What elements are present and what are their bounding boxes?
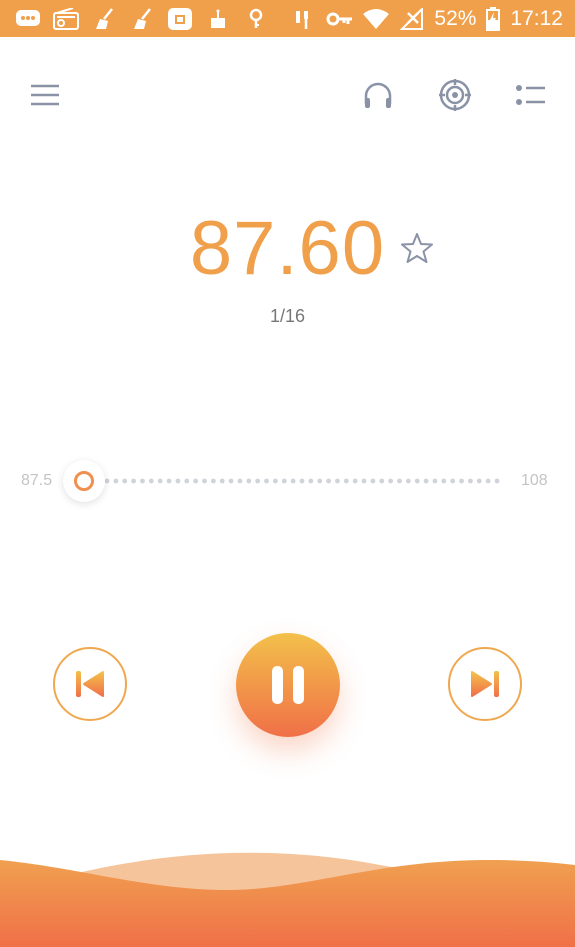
dial-tick bbox=[441, 478, 447, 484]
dial-tick bbox=[379, 478, 385, 484]
dial-tick bbox=[290, 478, 296, 484]
dial-max-label: 108 bbox=[521, 472, 548, 489]
dial-tick bbox=[317, 478, 323, 484]
dial-tick bbox=[459, 478, 464, 484]
dial-tick bbox=[210, 478, 216, 484]
radio-icon bbox=[52, 7, 80, 31]
dial-tick bbox=[335, 478, 340, 484]
cake-icon bbox=[204, 7, 232, 31]
dial-tick bbox=[273, 478, 278, 484]
dial-tick bbox=[343, 478, 349, 484]
dial-tick bbox=[388, 478, 394, 484]
dial-tick bbox=[326, 478, 331, 484]
favorite-star-icon[interactable] bbox=[400, 231, 434, 265]
dial-tick bbox=[237, 478, 243, 484]
dial-tick bbox=[468, 478, 473, 484]
dial-tick bbox=[352, 478, 358, 484]
dial-tick bbox=[264, 478, 269, 484]
dial-tick bbox=[476, 478, 482, 484]
headphones-icon[interactable] bbox=[359, 76, 397, 114]
dial-tick bbox=[423, 478, 429, 484]
dial-tick bbox=[246, 478, 252, 484]
broom-icon bbox=[128, 7, 156, 31]
dial-tick bbox=[281, 478, 287, 484]
store-icon bbox=[166, 7, 194, 31]
location-icon bbox=[242, 7, 270, 31]
dial-tick bbox=[405, 478, 411, 484]
previous-station-button[interactable] bbox=[53, 647, 127, 721]
scan-target-icon[interactable] bbox=[436, 76, 474, 114]
frequency-value: 87.60 bbox=[189, 206, 386, 291]
dial-tick bbox=[228, 478, 234, 484]
dial-tick bbox=[140, 478, 145, 484]
skip-next-icon bbox=[471, 671, 499, 697]
dial-tick bbox=[397, 478, 402, 484]
dial-tick bbox=[450, 478, 456, 484]
dial-tick bbox=[219, 478, 225, 484]
skip-previous-icon bbox=[76, 671, 104, 697]
dial-tick bbox=[414, 478, 420, 484]
headset-icon bbox=[290, 7, 318, 31]
dial-tick bbox=[308, 478, 314, 484]
station-index: 1/16 bbox=[269, 306, 306, 326]
signal-icon bbox=[398, 7, 426, 31]
dial-tick bbox=[370, 478, 376, 484]
dial-tick bbox=[432, 478, 438, 484]
dial-tick bbox=[361, 478, 367, 484]
dial-tick bbox=[255, 478, 261, 484]
clock: 17:12 bbox=[510, 6, 563, 30]
dial-tick bbox=[166, 478, 172, 484]
pause-button[interactable] bbox=[236, 633, 340, 737]
frequency-dial-knob[interactable] bbox=[63, 460, 105, 502]
dial-tick bbox=[485, 478, 491, 484]
dial-tick bbox=[113, 478, 119, 484]
battery-icon bbox=[484, 6, 502, 31]
dial-knob-ring bbox=[74, 471, 94, 491]
pause-icon bbox=[272, 666, 283, 704]
dial-min-label: 87.5 bbox=[21, 472, 53, 489]
decorative-wave bbox=[0, 852, 575, 947]
next-station-button[interactable] bbox=[448, 647, 522, 721]
dial-tick bbox=[157, 478, 163, 484]
dial-tick bbox=[148, 478, 154, 484]
dial-tick bbox=[104, 478, 110, 484]
dial-tick bbox=[131, 478, 136, 484]
broom-icon bbox=[90, 7, 118, 31]
dial-tick bbox=[202, 478, 207, 484]
key-icon bbox=[326, 7, 354, 31]
frequency-display: 87.60 bbox=[0, 205, 575, 292]
dial-tick bbox=[299, 478, 305, 484]
wifi-icon bbox=[362, 7, 390, 31]
dial-tick bbox=[193, 478, 199, 484]
dial-tick bbox=[494, 478, 500, 484]
battery-percent: 52% bbox=[434, 6, 477, 30]
menu-icon[interactable] bbox=[26, 76, 64, 114]
chat-icon bbox=[14, 7, 42, 31]
dial-tick bbox=[175, 478, 181, 484]
station-list-icon[interactable] bbox=[512, 76, 550, 114]
dial-tick bbox=[184, 478, 190, 484]
frequency-dial-track[interactable] bbox=[104, 478, 500, 484]
dial-tick bbox=[122, 478, 128, 484]
status-bar: 52% 17:12 bbox=[0, 0, 575, 37]
